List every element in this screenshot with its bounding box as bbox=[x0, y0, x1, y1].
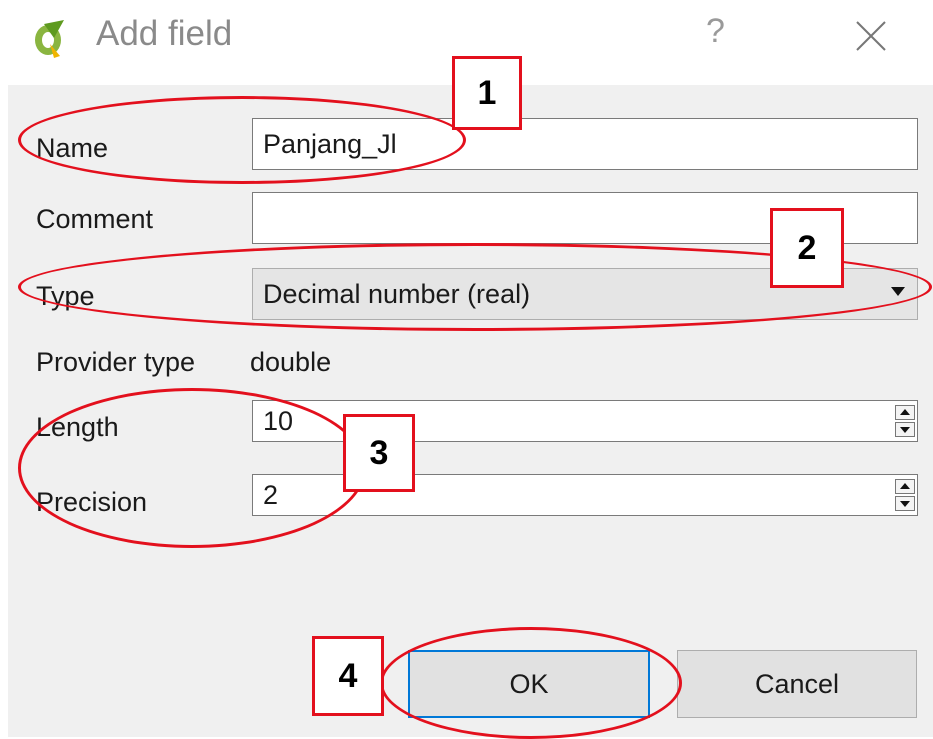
annotation-ellipse-ok bbox=[380, 627, 682, 739]
callout-2: 2 bbox=[770, 208, 844, 288]
spin-up-icon[interactable] bbox=[895, 479, 915, 494]
close-icon[interactable] bbox=[855, 20, 887, 52]
length-stepper[interactable] bbox=[895, 405, 915, 437]
help-button[interactable]: ? bbox=[706, 12, 725, 51]
callout-1: 1 bbox=[452, 56, 522, 130]
annotation-ellipse-length-precision bbox=[18, 388, 366, 548]
comment-label: Comment bbox=[36, 204, 154, 234]
provider-type-value: double bbox=[250, 347, 332, 377]
spin-down-icon[interactable] bbox=[895, 422, 915, 437]
qgis-logo-icon bbox=[35, 20, 64, 58]
spin-up-icon[interactable] bbox=[895, 405, 915, 420]
window-title: Add field bbox=[96, 14, 233, 53]
callout-4: 4 bbox=[312, 636, 384, 716]
annotation-ellipse-name bbox=[18, 96, 466, 184]
cancel-button[interactable]: Cancel bbox=[677, 650, 917, 718]
provider-type-label: Provider type bbox=[36, 347, 196, 377]
precision-stepper[interactable] bbox=[895, 479, 915, 511]
callout-3: 3 bbox=[343, 414, 415, 492]
spin-down-icon[interactable] bbox=[895, 496, 915, 511]
